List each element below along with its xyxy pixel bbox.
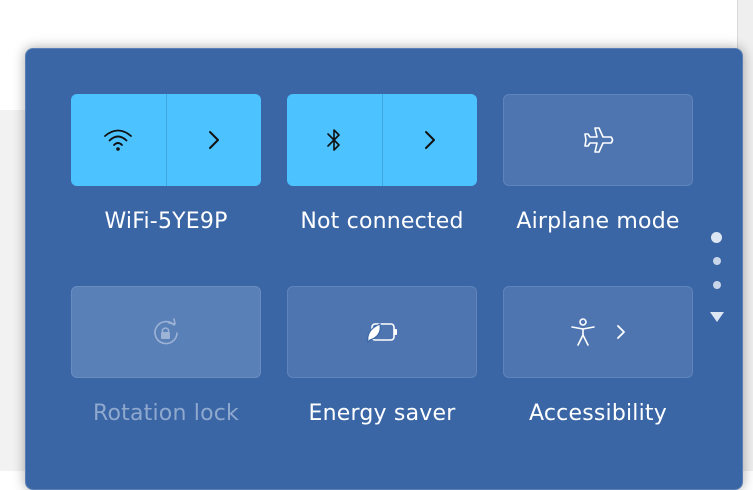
bluetooth-icon <box>324 126 344 154</box>
page-dot-1[interactable] <box>711 232 722 243</box>
bluetooth-expand-button[interactable] <box>383 94 478 186</box>
quick-settings-panel: WiFi-5YE9P Not connected Airplane mode R… <box>25 48 743 490</box>
bluetooth-toggle-button[interactable] <box>287 94 383 186</box>
airplane-mode-label: Airplane mode <box>516 209 680 234</box>
rotation-lock-icon <box>150 316 182 348</box>
next-page-button[interactable] <box>708 310 726 324</box>
chevron-right-icon <box>207 128 221 152</box>
wifi-expand-button[interactable] <box>167 94 262 186</box>
energy-saver-icon <box>364 320 400 344</box>
rotation-lock-label: Rotation lock <box>92 401 239 426</box>
triangle-down-icon <box>708 310 726 324</box>
wifi-icon <box>103 128 133 152</box>
rotation-lock-tile[interactable] <box>71 286 261 378</box>
energy-saver-label: Energy saver <box>308 401 456 426</box>
chevron-right-icon <box>423 128 437 152</box>
accessibility-icon <box>569 317 597 347</box>
page-dot-2[interactable] <box>713 257 721 265</box>
wifi-label: WiFi-5YE9P <box>104 209 228 234</box>
wifi-toggle-button[interactable] <box>71 94 167 186</box>
accessibility-tile[interactable] <box>503 286 693 378</box>
airplane-icon <box>581 125 615 155</box>
airplane-mode-tile[interactable] <box>503 94 693 186</box>
chevron-right-icon <box>615 322 627 342</box>
wifi-tile <box>71 94 261 186</box>
page-indicator <box>706 230 728 326</box>
page-dot-3[interactable] <box>713 281 721 289</box>
accessibility-label: Accessibility <box>529 401 667 426</box>
bluetooth-label: Not connected <box>300 209 464 234</box>
bluetooth-tile <box>287 94 477 186</box>
energy-saver-tile[interactable] <box>287 286 477 378</box>
